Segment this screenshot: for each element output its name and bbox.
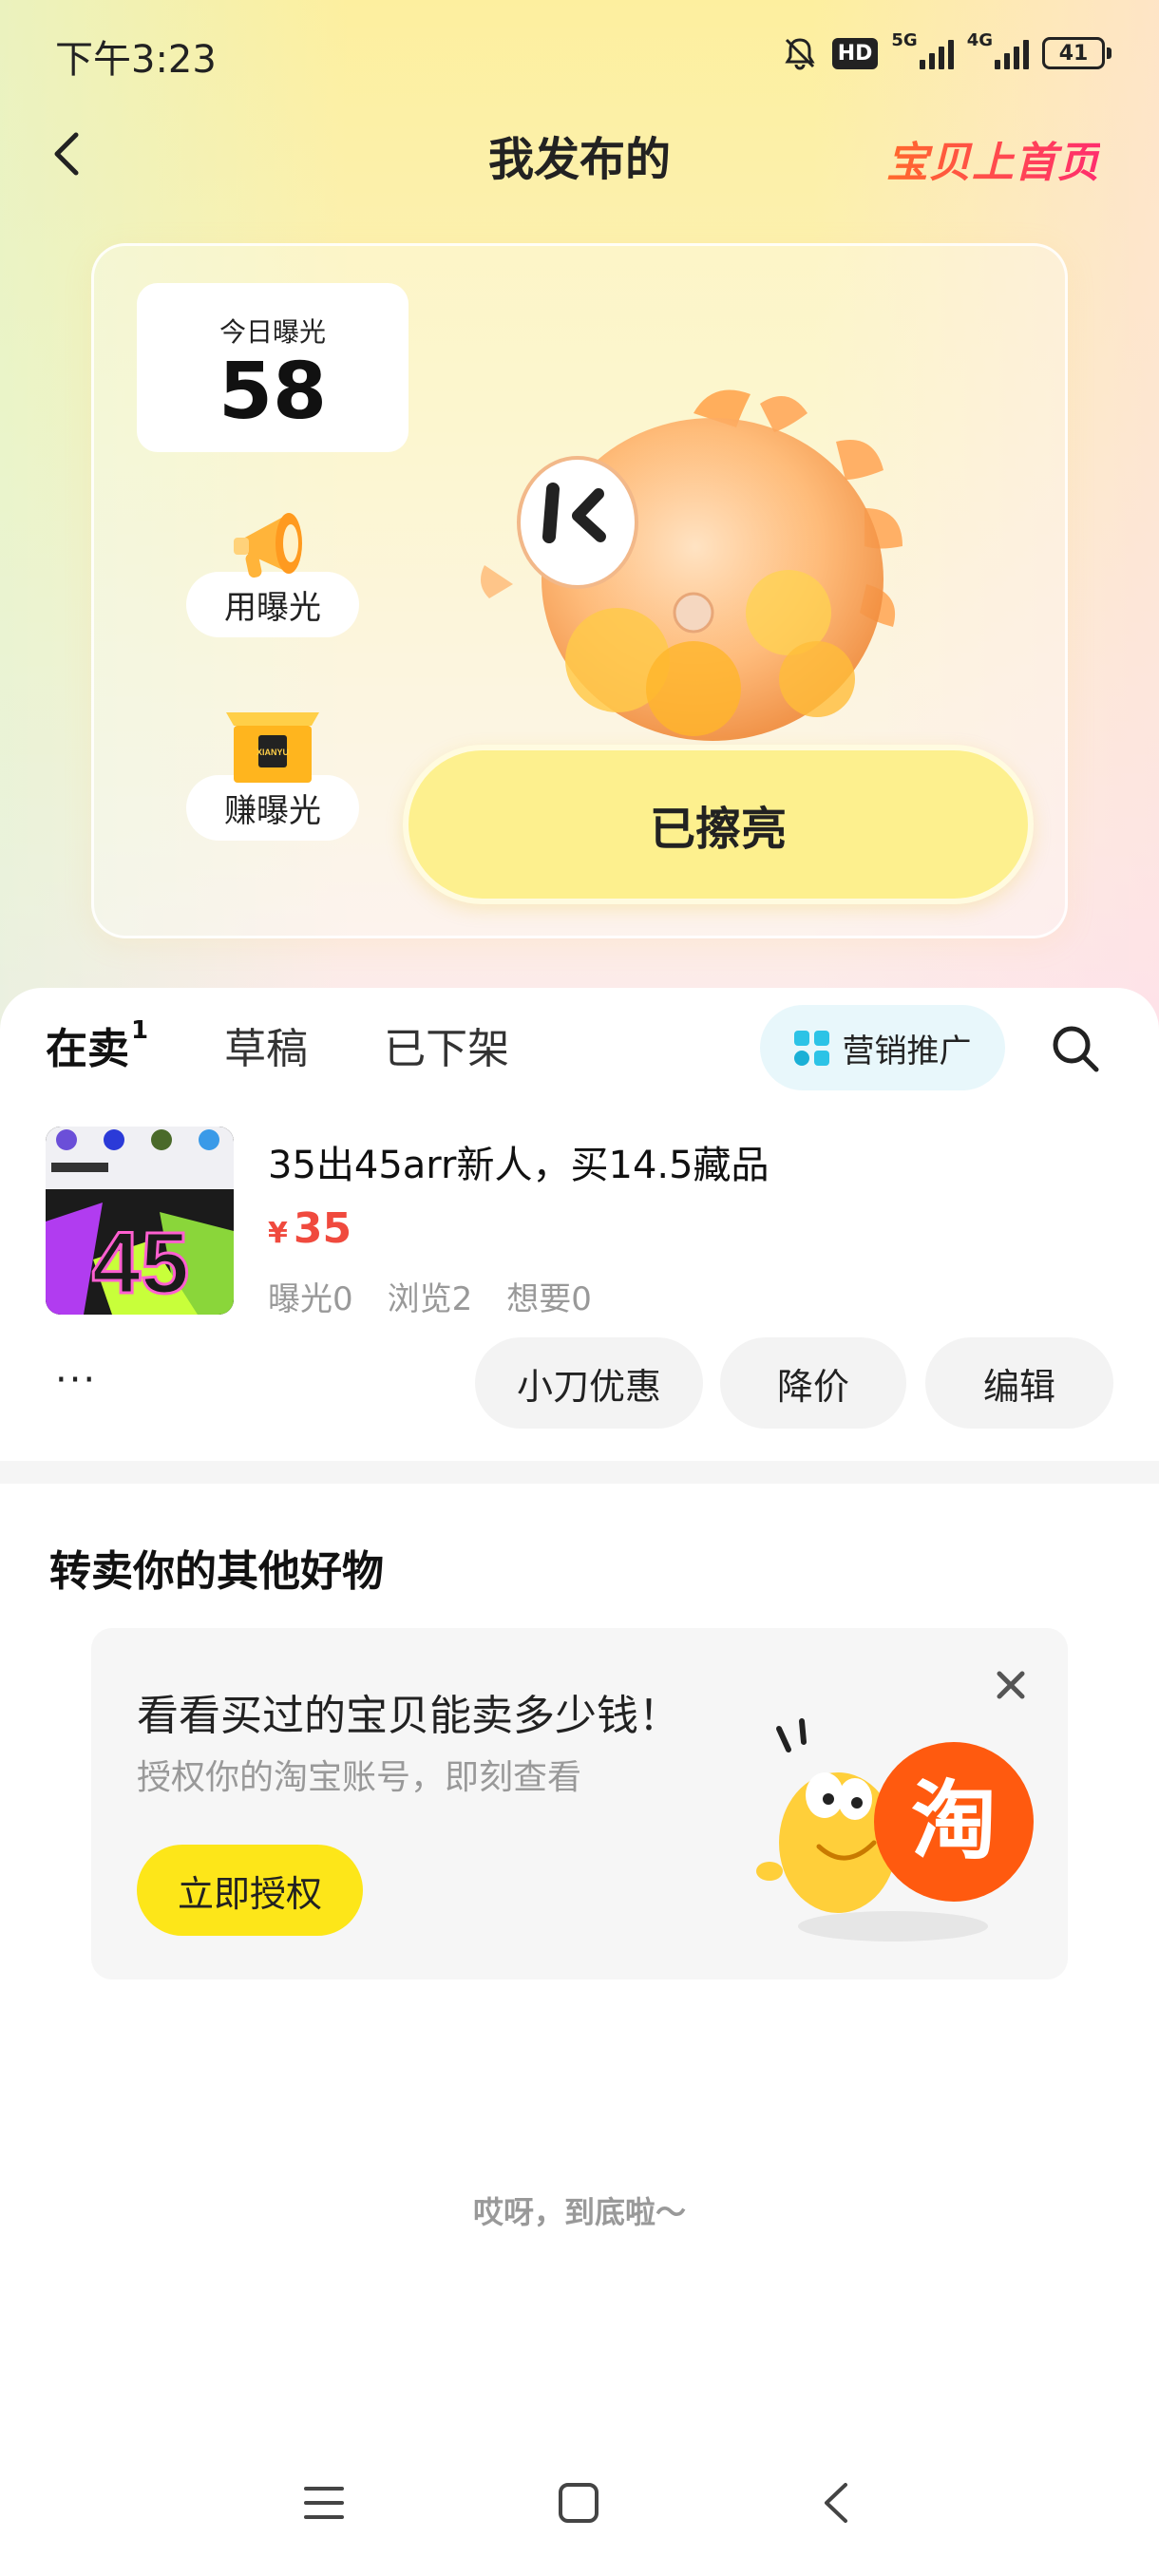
promote-to-homepage-link[interactable]: 宝贝上首页 xyxy=(886,128,1100,189)
authorize-button[interactable]: 立即授权 xyxy=(137,1845,363,1936)
nav-menu-button[interactable] xyxy=(302,2481,346,2525)
box-icon: XIANYU xyxy=(220,703,325,788)
svg-text:45: 45 xyxy=(92,1215,189,1312)
tab-drafts[interactable]: 草稿 xyxy=(224,1014,308,1075)
marketing-label: 营销推广 xyxy=(842,1032,972,1070)
nav-back-button[interactable] xyxy=(813,2479,857,2527)
grid-icon xyxy=(793,1030,829,1066)
section-divider xyxy=(0,1461,1159,1484)
tab-removed[interactable]: 已下架 xyxy=(384,1014,509,1075)
signal-4g: 4G xyxy=(967,30,1029,69)
puffer-fish-mascot xyxy=(475,375,940,755)
nav-home-button[interactable] xyxy=(557,2481,600,2525)
item-price: ¥35 xyxy=(268,1204,352,1253)
megaphone-icon xyxy=(220,494,325,589)
mute-bell-icon xyxy=(781,34,819,72)
home-icon xyxy=(559,2483,598,2523)
edit-button[interactable]: 编辑 xyxy=(925,1337,1113,1429)
tab-on-sale-count: 1 xyxy=(131,1016,149,1046)
auth-card-heading: 看看买过的宝贝能卖多少钱！ xyxy=(137,1692,680,1740)
status-tabs: 在卖1 草稿 已下架 xyxy=(46,1007,585,1083)
stat-views: 浏览2 xyxy=(387,1280,473,1318)
menu-icon xyxy=(304,2487,344,2519)
earn-exposure-button[interactable]: XIANYU 赚曝光 xyxy=(182,703,363,841)
more-options-button[interactable]: ··· xyxy=(55,1358,97,1402)
battery-indicator: 41 xyxy=(1042,37,1112,69)
polished-button[interactable]: 已擦亮 xyxy=(403,745,1034,904)
stat-wants: 想要0 xyxy=(506,1280,592,1318)
status-icons: HD 5G 4G 41 xyxy=(781,28,1112,78)
reduce-price-button[interactable]: 降价 xyxy=(720,1337,906,1429)
small-knife-discount-button[interactable]: 小刀优惠 xyxy=(475,1337,703,1429)
marketing-promotion-button[interactable]: 营销推广 xyxy=(760,1005,1005,1090)
status-time: 下午3:23 xyxy=(55,38,217,82)
use-exposure-button[interactable]: 用曝光 xyxy=(182,494,363,637)
end-of-list-text: 哎呀，到底啦～ xyxy=(472,2194,686,2230)
stat-exposure: 曝光0 xyxy=(268,1280,353,1318)
item-stats: 曝光0 浏览2 想要0 xyxy=(268,1273,592,1319)
back-icon xyxy=(54,132,79,176)
search-button[interactable] xyxy=(1049,1022,1102,1075)
today-exposure-label: 今日曝光 xyxy=(218,316,326,348)
hd-badge: HD xyxy=(831,37,879,69)
today-exposure-value: 58 xyxy=(218,347,328,437)
nav-back-icon xyxy=(825,2483,847,2523)
taobao-mascot-illustration: 淘 xyxy=(750,1700,1036,1947)
item-title[interactable]: 35出45arr新人，买14.5藏品 xyxy=(268,1134,770,1189)
search-icon xyxy=(1053,1026,1099,1072)
item-thumbnail[interactable]: 45 xyxy=(46,1127,234,1315)
back-button[interactable] xyxy=(38,123,99,184)
svg-text:XIANYU: XIANYU xyxy=(256,748,289,757)
resell-section-title: 转卖你的其他好物 xyxy=(49,1547,384,1596)
today-exposure-box: 今日曝光 58 xyxy=(137,283,408,452)
auth-card-subtitle: 授权你的淘宝账号，即刻查看 xyxy=(137,1758,582,1797)
tab-on-sale[interactable]: 在卖1 xyxy=(46,1014,149,1075)
svg-text:淘: 淘 xyxy=(911,1771,997,1871)
signal-5g: 5G xyxy=(891,30,954,69)
